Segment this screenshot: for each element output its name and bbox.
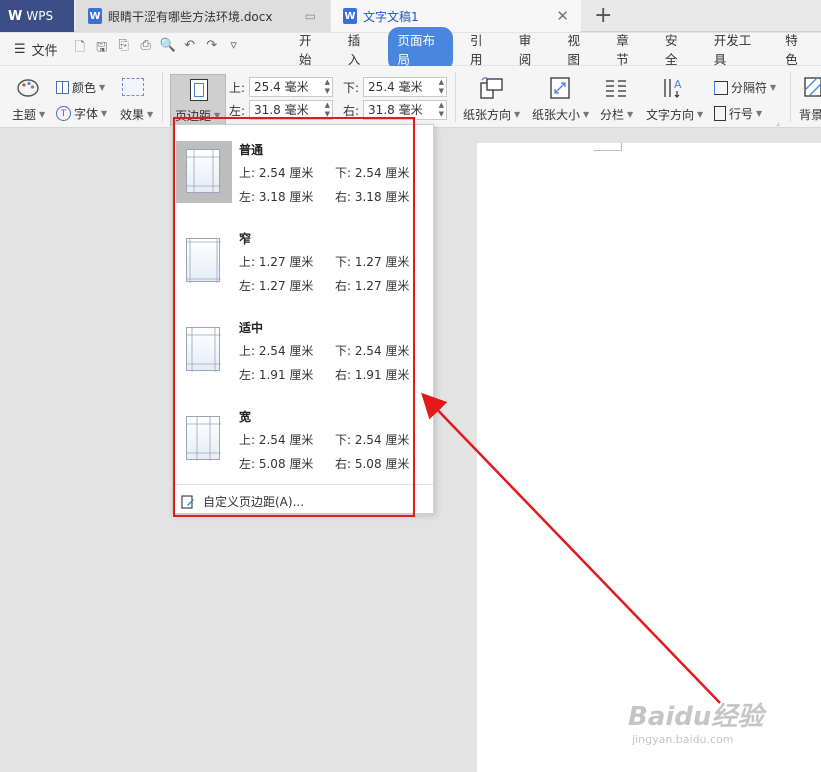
annotation-arrow bbox=[421, 392, 721, 704]
watermark-url: jingyan.baidu.com bbox=[632, 733, 734, 746]
baidu-watermark: Baidu经验 jingyan.baidu.com bbox=[628, 696, 763, 746]
watermark-logo: Baidu经验 bbox=[628, 702, 764, 732]
